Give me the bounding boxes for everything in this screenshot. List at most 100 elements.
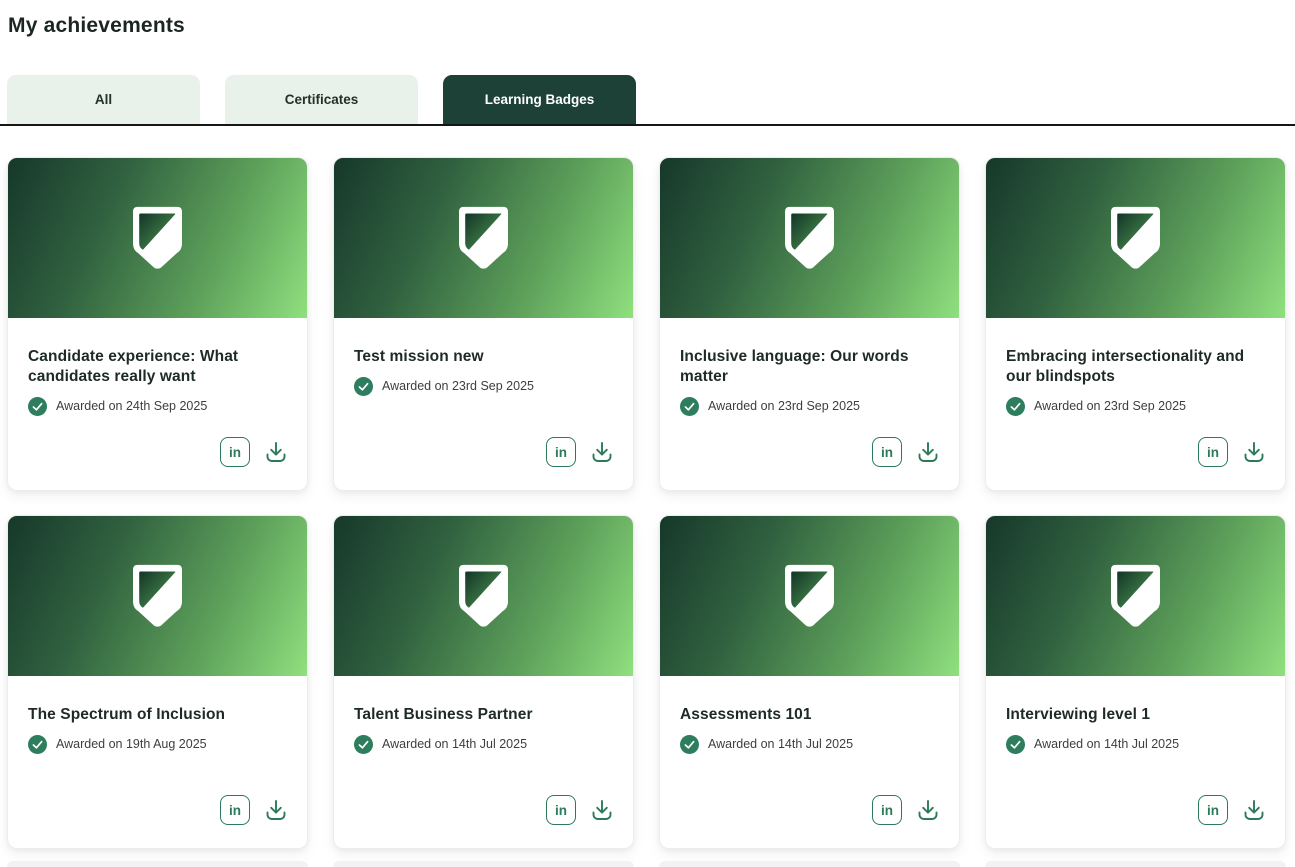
badge-title: Embracing intersectionality and our blin…	[1006, 347, 1265, 387]
download-icon	[1241, 797, 1267, 823]
page-title: My achievements	[8, 14, 185, 38]
cutoff-card-top	[7, 861, 308, 867]
share-linkedin-button[interactable]: in	[1198, 795, 1228, 825]
download-button[interactable]	[1241, 797, 1267, 823]
badge-actions: in	[1198, 437, 1267, 467]
check-icon	[680, 735, 699, 754]
tab-all[interactable]: All	[7, 75, 200, 124]
download-icon	[915, 797, 941, 823]
next-row-cards-hint	[7, 861, 1288, 867]
check-icon	[28, 397, 47, 416]
shield-badge-icon	[1107, 205, 1164, 271]
cutoff-card-top	[333, 861, 634, 867]
badge-banner	[8, 158, 307, 318]
tab-certificates[interactable]: Certificates	[225, 75, 418, 124]
awarded-text: Awarded on 23rd Sep 2025	[1034, 399, 1186, 413]
badge-title: Interviewing level 1	[1006, 705, 1265, 725]
badge-actions: in	[872, 437, 941, 467]
badge-title: Candidate experience: What candidates re…	[28, 347, 287, 387]
badge-card: Assessments 101 Awarded on 14th Jul 2025…	[659, 515, 960, 849]
share-linkedin-button[interactable]: in	[220, 795, 250, 825]
check-icon	[354, 377, 373, 396]
linkedin-icon: in	[1207, 445, 1219, 460]
check-icon	[680, 397, 699, 416]
linkedin-icon: in	[881, 445, 893, 460]
shield-badge-icon	[129, 563, 186, 629]
check-icon	[1006, 735, 1025, 754]
badge-banner	[986, 158, 1285, 318]
download-icon	[1241, 439, 1267, 465]
awarded-row: Awarded on 24th Sep 2025	[28, 397, 287, 416]
shield-badge-icon	[781, 563, 838, 629]
download-button[interactable]	[915, 797, 941, 823]
awarded-row: Awarded on 14th Jul 2025	[1006, 735, 1265, 754]
download-icon	[263, 439, 289, 465]
shield-badge-icon	[129, 205, 186, 271]
badge-card: Inclusive language: Our words matter Awa…	[659, 157, 960, 491]
badge-card-body: Test mission new Awarded on 23rd Sep 202…	[334, 318, 633, 396]
badge-banner	[334, 516, 633, 676]
download-button[interactable]	[1241, 439, 1267, 465]
badge-title: Assessments 101	[680, 705, 939, 725]
awarded-text: Awarded on 19th Aug 2025	[56, 737, 207, 751]
shield-badge-icon	[455, 205, 512, 271]
badge-card-body: Inclusive language: Our words matter Awa…	[660, 318, 959, 416]
badge-card-body: Interviewing level 1 Awarded on 14th Jul…	[986, 676, 1285, 754]
awarded-row: Awarded on 14th Jul 2025	[680, 735, 939, 754]
shield-badge-icon	[455, 563, 512, 629]
share-linkedin-button[interactable]: in	[546, 437, 576, 467]
download-button[interactable]	[263, 439, 289, 465]
download-icon	[589, 439, 615, 465]
badge-title: The Spectrum of Inclusion	[28, 705, 287, 725]
badge-card: The Spectrum of Inclusion Awarded on 19t…	[7, 515, 308, 849]
awarded-row: Awarded on 19th Aug 2025	[28, 735, 287, 754]
download-button[interactable]	[589, 439, 615, 465]
download-icon	[263, 797, 289, 823]
awarded-row: Awarded on 23rd Sep 2025	[354, 377, 613, 396]
badge-banner	[8, 516, 307, 676]
badge-card: Test mission new Awarded on 23rd Sep 202…	[333, 157, 634, 491]
download-button[interactable]	[915, 439, 941, 465]
download-button[interactable]	[589, 797, 615, 823]
linkedin-icon: in	[229, 803, 241, 818]
awarded-text: Awarded on 24th Sep 2025	[56, 399, 207, 413]
tab-learning-badges[interactable]: Learning Badges	[443, 75, 636, 124]
awarded-row: Awarded on 14th Jul 2025	[354, 735, 613, 754]
share-linkedin-button[interactable]: in	[220, 437, 250, 467]
badge-title: Test mission new	[354, 347, 613, 367]
share-linkedin-button[interactable]: in	[872, 437, 902, 467]
shield-badge-icon	[1107, 563, 1164, 629]
share-linkedin-button[interactable]: in	[546, 795, 576, 825]
tab-bar: All Certificates Learning Badges	[0, 75, 1295, 126]
awarded-text: Awarded on 23rd Sep 2025	[708, 399, 860, 413]
badge-card-body: The Spectrum of Inclusion Awarded on 19t…	[8, 676, 307, 754]
cutoff-card-top	[659, 861, 960, 867]
check-icon	[1006, 397, 1025, 416]
badge-card-body: Embracing intersectionality and our blin…	[986, 318, 1285, 416]
badge-card: Talent Business Partner Awarded on 14th …	[333, 515, 634, 849]
check-icon	[354, 735, 373, 754]
badge-card: Interviewing level 1 Awarded on 14th Jul…	[985, 515, 1286, 849]
linkedin-icon: in	[555, 803, 567, 818]
cutoff-card-top	[985, 861, 1286, 867]
download-icon	[915, 439, 941, 465]
badge-actions: in	[220, 795, 289, 825]
badge-actions: in	[546, 437, 615, 467]
linkedin-icon: in	[229, 445, 241, 460]
badge-banner	[660, 158, 959, 318]
download-icon	[589, 797, 615, 823]
download-button[interactable]	[263, 797, 289, 823]
badge-banner	[986, 516, 1285, 676]
awarded-text: Awarded on 14th Jul 2025	[1034, 737, 1179, 751]
share-linkedin-button[interactable]: in	[872, 795, 902, 825]
share-linkedin-button[interactable]: in	[1198, 437, 1228, 467]
awarded-text: Awarded on 23rd Sep 2025	[382, 379, 534, 393]
badge-actions: in	[872, 795, 941, 825]
linkedin-icon: in	[881, 803, 893, 818]
badge-title: Inclusive language: Our words matter	[680, 347, 939, 387]
awarded-text: Awarded on 14th Jul 2025	[382, 737, 527, 751]
badge-card-body: Candidate experience: What candidates re…	[8, 318, 307, 416]
badge-actions: in	[220, 437, 289, 467]
badge-grid: Candidate experience: What candidates re…	[7, 157, 1288, 849]
awarded-text: Awarded on 14th Jul 2025	[708, 737, 853, 751]
